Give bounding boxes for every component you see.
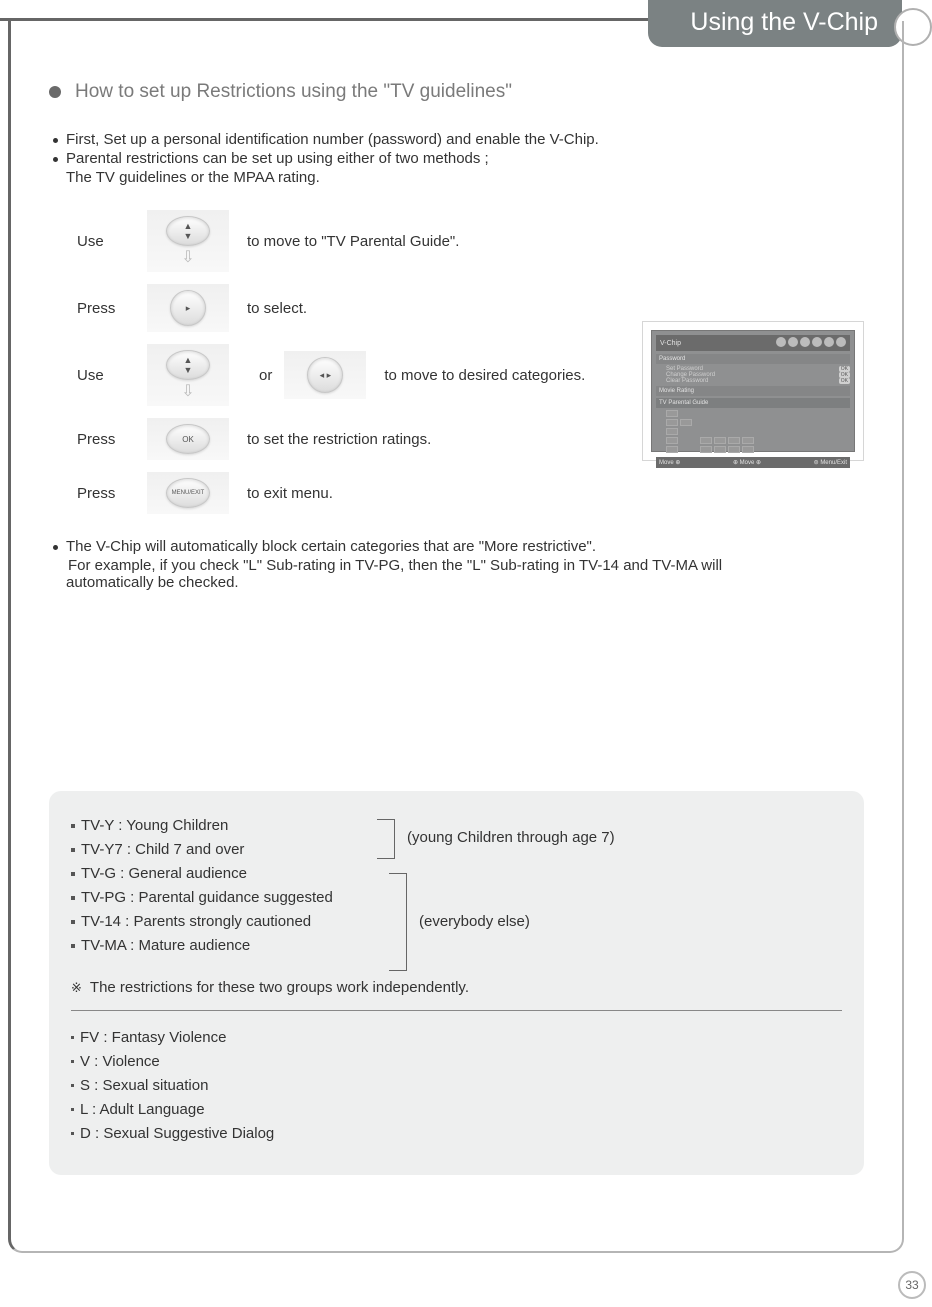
rating-list: TV-Y : Young Children TV-Y7 : Child 7 an… [71, 817, 333, 961]
flow-arrow-icon: ⇩ [181, 384, 194, 400]
subrating-item: D : Sexual Suggestive Dialog [80, 1125, 274, 1142]
osd-section: Movie Rating [656, 386, 850, 396]
reference-mark-icon: ※ [71, 980, 82, 996]
step-text: to set the restriction ratings. [247, 431, 431, 448]
subrating-item: V : Violence [80, 1053, 160, 1070]
independence-note: ※ The restrictions for these two groups … [71, 979, 842, 996]
rating-item: TV-Y7 : Child 7 and over [81, 841, 244, 858]
osd-section: Password [656, 354, 850, 364]
note-text: The V-Chip will automatically block cert… [66, 538, 596, 555]
dot-icon [71, 1060, 74, 1063]
osd-title-icons [774, 337, 846, 349]
heading-bullet-icon [49, 86, 61, 98]
dot-icon [71, 824, 75, 828]
dpad-updown-icon: ▲▼ [166, 216, 210, 246]
reference-box: TV-Y : Young Children TV-Y7 : Child 7 an… [49, 791, 864, 1175]
step-1: Use ▲▼ ⇩ to move to "TV Parental Guide". [77, 210, 864, 272]
intro-list: First, Set up a personal identification … [49, 131, 864, 186]
note-list: The V-Chip will automatically block cert… [49, 538, 864, 591]
step-label: Press [77, 431, 147, 448]
step-text: to move to desired categories. [384, 367, 585, 384]
intro-text-2: Parental restrictions can be set up usin… [66, 150, 489, 167]
menu-exit-button-icon: MENU/EXIT [166, 478, 210, 508]
osd-title: V-Chip [660, 340, 681, 347]
step-text: to move to "TV Parental Guide". [247, 233, 459, 250]
independence-note-text: The restrictions for these two groups wo… [90, 979, 469, 996]
remote-updown-button: ▲▼ ⇩ [147, 344, 229, 406]
dot-icon [71, 1132, 74, 1135]
remote-ok-button: OK [147, 418, 229, 460]
dot-icon [71, 1084, 74, 1087]
step-label: Use [77, 233, 147, 250]
bullet-dot-icon [53, 157, 58, 162]
rating-item: TV-G : General audience [81, 865, 247, 882]
group-label-2: (everybody else) [419, 913, 530, 930]
section-title: How to set up Restrictions using the "TV… [75, 81, 512, 103]
dot-icon [71, 944, 75, 948]
subrating-item: L : Adult Language [80, 1101, 205, 1118]
rating-item: TV-Y : Young Children [81, 817, 228, 834]
dot-icon [71, 872, 75, 876]
step-label: Use [77, 367, 147, 384]
dot-icon [71, 1036, 74, 1039]
divider [71, 1010, 842, 1011]
step-or: or [259, 367, 272, 384]
dpad-updown-icon: ▲▼ [166, 350, 210, 380]
dot-icon [71, 920, 75, 924]
osd-foot-menu: Menu/Exit [820, 460, 847, 466]
note-cont-2: automatically be checked. [66, 574, 864, 591]
rating-item: TV-MA : Mature audience [81, 937, 250, 954]
subrating-item: S : Sexual situation [80, 1077, 208, 1094]
ok-button-icon: OK [166, 424, 210, 454]
rating-item: TV-14 : Parents strongly cautioned [81, 913, 311, 930]
section-heading: How to set up Restrictions using the "TV… [49, 81, 864, 103]
step-5: Press MENU/EXIT to exit menu. [77, 472, 864, 514]
subrating-item: FV : Fantasy Violence [80, 1029, 226, 1046]
dpad-leftright-icon: ◂ ▸ [307, 357, 343, 393]
bracket-icon [377, 819, 395, 859]
bracket-icon [389, 873, 407, 971]
rating-item: TV-PG : Parental guidance suggested [81, 889, 333, 906]
intro-text-2-cont: The TV guidelines or the MPAA rating. [66, 169, 864, 186]
remote-leftright-button: ◂ ▸ [284, 351, 366, 399]
step-text: to exit menu. [247, 485, 333, 502]
page-number: 33 [898, 1271, 926, 1299]
osd-section: TV Parental Guide [656, 398, 850, 408]
content-frame: How to set up Restrictions using the "TV… [8, 21, 904, 1253]
osd-foot-move: Move [659, 460, 674, 466]
osd-ok-badge: OK [839, 378, 850, 384]
dot-icon [71, 1108, 74, 1111]
flow-arrow-icon: ⇩ [181, 250, 194, 266]
osd-rating-grid [666, 410, 850, 453]
remote-right-button: ▸ [147, 284, 229, 332]
remote-menu-button: MENU/EXIT [147, 472, 229, 514]
intro-text-1: First, Set up a personal identification … [66, 131, 599, 148]
group-label-1: (young Children through age 7) [407, 829, 615, 846]
osd-item: Clear Password [666, 378, 708, 384]
osd-screenshot: V-Chip Password Set PasswordOK Change Pa… [642, 321, 864, 461]
osd-foot-move: Move [740, 460, 755, 466]
dot-icon [71, 848, 75, 852]
step-label: Press [77, 300, 147, 317]
step-text: to select. [247, 300, 307, 317]
note-cont-1: For example, if you check "L" Sub-rating… [68, 557, 864, 574]
dot-icon [71, 896, 75, 900]
subrating-list: FV : Fantasy Violence V : Violence S : S… [71, 1029, 842, 1142]
dpad-right-icon: ▸ [170, 290, 206, 326]
remote-updown-button: ▲▼ ⇩ [147, 210, 229, 272]
bullet-dot-icon [53, 545, 58, 550]
bullet-dot-icon [53, 138, 58, 143]
step-label: Press [77, 485, 147, 502]
